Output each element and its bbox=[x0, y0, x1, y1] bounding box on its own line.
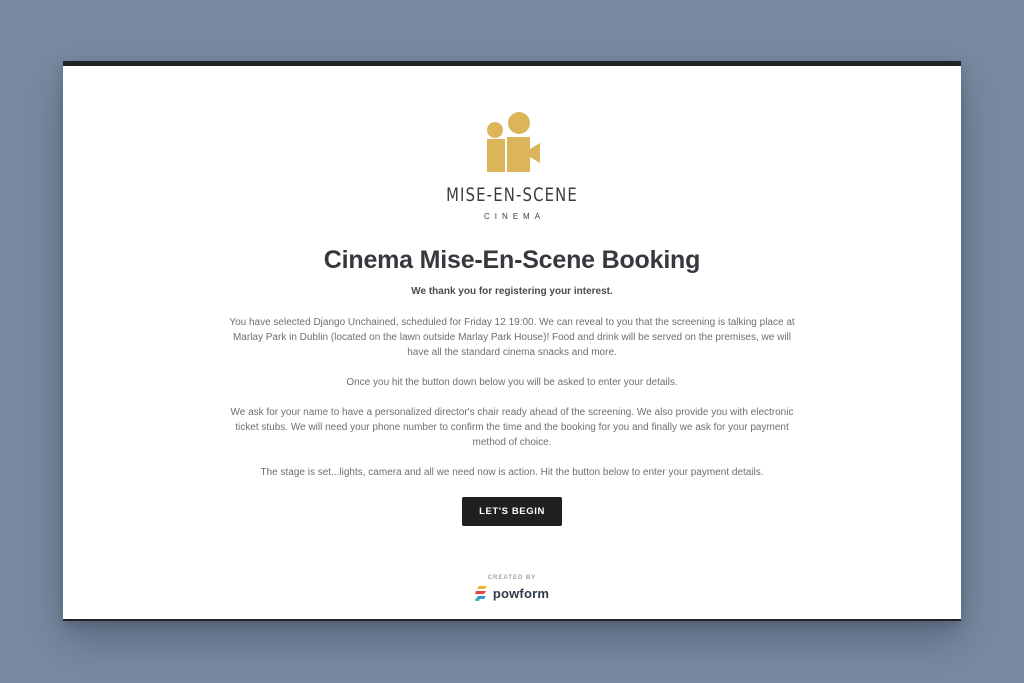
paragraph-call-to-action: The stage is set...lights, camera and al… bbox=[260, 467, 764, 478]
thanks-message: We thank you for registering your intere… bbox=[411, 286, 613, 297]
brand-logo: MISE-EN-SCENE CINEMA bbox=[63, 108, 961, 221]
paragraph-selection: You have selected Django Unchained, sche… bbox=[229, 317, 795, 358]
booking-page: MISE-EN-SCENE CINEMA Cinema Mise-En-Scen… bbox=[63, 61, 961, 621]
powform-name: powform bbox=[492, 585, 550, 601]
powform-link[interactable]: powform bbox=[474, 585, 550, 601]
description-text: You have selected Django Unchained, sche… bbox=[223, 315, 801, 495]
brand-subtitle: CINEMA bbox=[483, 212, 546, 221]
brand-name: MISE-EN-SCENE bbox=[446, 184, 578, 206]
paragraph-details: We ask for your name to have a personali… bbox=[230, 407, 794, 448]
camera-people-icon bbox=[487, 112, 540, 172]
created-by-label: CREATED BY bbox=[487, 575, 537, 581]
powform-logo-icon bbox=[474, 586, 487, 601]
page-title: Cinema Mise-En-Scene Booking bbox=[323, 246, 701, 274]
footer: CREATED BY powform bbox=[63, 575, 961, 606]
lets-begin-button[interactable]: LET'S BEGIN bbox=[462, 497, 562, 526]
paragraph-instructions: Once you hit the button down below you w… bbox=[346, 377, 678, 388]
